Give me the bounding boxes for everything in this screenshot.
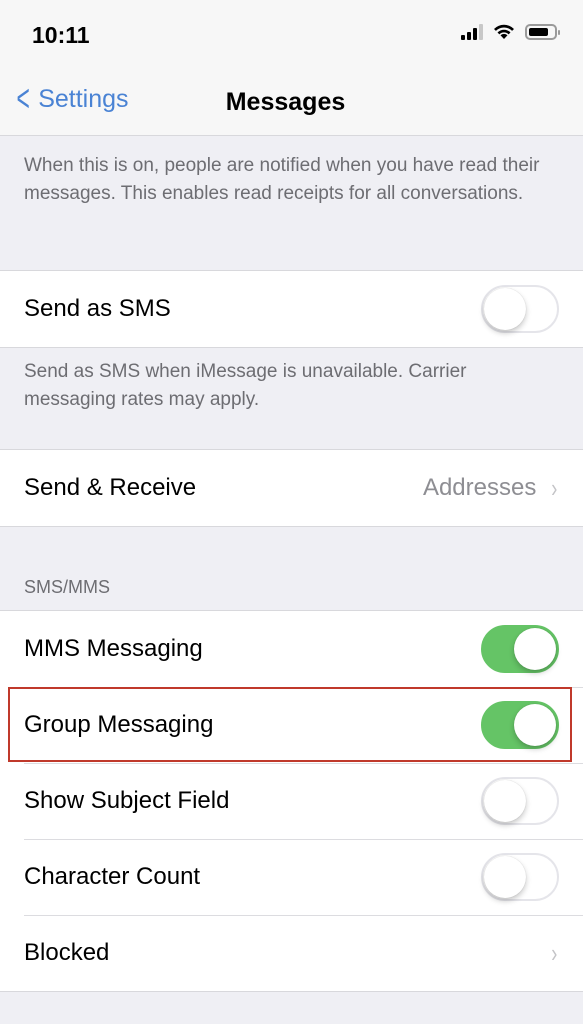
blocked-row[interactable]: Blocked › bbox=[0, 915, 583, 991]
show-subject-field-toggle[interactable] bbox=[481, 777, 559, 825]
mms-messaging-label: MMS Messaging bbox=[24, 635, 203, 662]
send-receive-row[interactable]: Send & Receive Addresses › bbox=[0, 450, 583, 526]
navigation-bar: < Settings Messages bbox=[0, 70, 583, 136]
show-subject-field-row: Show Subject Field bbox=[0, 763, 583, 839]
read-receipts-footnote: When this is on, people are notified whe… bbox=[24, 155, 540, 204]
send-as-sms-footnote: Send as SMS when iMessage is unavailable… bbox=[24, 361, 467, 410]
blocked-label: Blocked bbox=[24, 939, 110, 966]
send-receive-label: Send & Receive bbox=[24, 474, 197, 501]
send-as-sms-row: Send as SMS bbox=[0, 271, 583, 347]
group-messaging-label: Group Messaging bbox=[24, 711, 214, 738]
cellular-signal-icon bbox=[461, 24, 483, 40]
status-time: 10:11 bbox=[32, 22, 90, 48]
mms-messaging-row: MMS Messaging bbox=[0, 611, 583, 687]
page-title: Messages bbox=[225, 88, 346, 116]
character-count-row: Character Count bbox=[0, 839, 583, 915]
group-messaging-toggle[interactable] bbox=[481, 701, 559, 749]
group-messaging-row: Group Messaging bbox=[0, 687, 583, 763]
character-count-label: Character Count bbox=[24, 863, 201, 890]
character-count-toggle[interactable] bbox=[481, 853, 559, 901]
send-receive-group: Send & Receive Addresses › bbox=[0, 449, 583, 527]
send-as-sms-label: Send as SMS bbox=[24, 295, 171, 322]
battery-icon bbox=[525, 24, 560, 40]
show-subject-field-label: Show Subject Field bbox=[24, 787, 230, 814]
send-as-sms-toggle[interactable] bbox=[481, 285, 559, 333]
sms-mms-section-header: SMS/MMS bbox=[24, 577, 111, 597]
send-as-sms-group: Send as SMS bbox=[0, 270, 583, 348]
status-icons bbox=[461, 24, 560, 40]
chevron-right-icon: › bbox=[551, 937, 558, 968]
mms-messaging-toggle[interactable] bbox=[481, 625, 559, 673]
wifi-icon bbox=[494, 24, 514, 39]
chevron-right-icon: › bbox=[551, 472, 558, 503]
send-receive-value: Addresses bbox=[422, 474, 537, 501]
sms-mms-group: MMS Messaging Group Messaging Show Subje… bbox=[0, 610, 583, 992]
status-bar: 10:11 bbox=[0, 0, 583, 70]
